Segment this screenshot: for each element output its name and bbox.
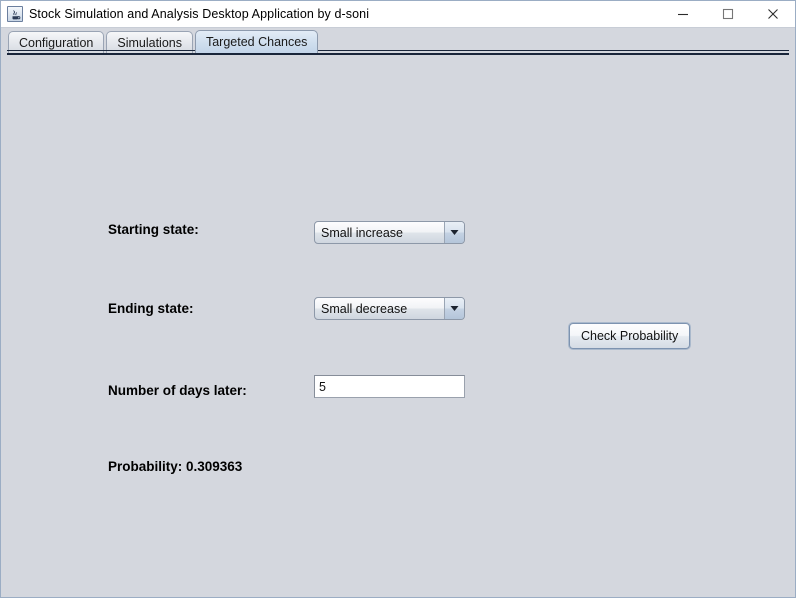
starting-state-combobox[interactable]: Small increase (314, 221, 465, 244)
chevron-down-icon[interactable] (444, 298, 464, 319)
starting-state-value: Small increase (321, 225, 403, 240)
application-window: Stock Simulation and Analysis Desktop Ap… (0, 0, 796, 598)
tab-targeted-chances[interactable]: Targeted Chances (194, 30, 319, 53)
java-coffee-cup-icon (7, 6, 23, 22)
maximize-button[interactable] (705, 1, 750, 27)
tab-targeted-chances-label: Targeted Chances (205, 35, 308, 49)
tab-simulations-label: Simulations (117, 35, 182, 50)
tab-configuration-label: Configuration (19, 35, 94, 50)
days-later-input[interactable]: 5 (314, 375, 465, 398)
chevron-down-icon[interactable] (444, 222, 464, 243)
window-title: Stock Simulation and Analysis Desktop Ap… (29, 7, 370, 21)
check-probability-label: Check Probability (581, 329, 679, 343)
probability-result: Probability: 0.309363 (108, 459, 243, 474)
title-bar: Stock Simulation and Analysis Desktop Ap… (1, 1, 795, 28)
minimize-button[interactable] (660, 1, 705, 27)
targeted-chances-panel: Starting state: Small increase Ending st… (7, 50, 789, 591)
days-later-label: Number of days later: (108, 383, 247, 398)
check-probability-button[interactable]: Check Probability (569, 323, 691, 349)
close-button[interactable] (750, 1, 795, 27)
ending-state-combobox[interactable]: Small decrease (314, 297, 465, 320)
window-controls (660, 1, 795, 27)
ending-state-label: Ending state: (108, 301, 194, 316)
ending-state-value: Small decrease (321, 301, 408, 316)
days-later-value: 5 (319, 379, 326, 394)
starting-state-label: Starting state: (108, 222, 199, 237)
